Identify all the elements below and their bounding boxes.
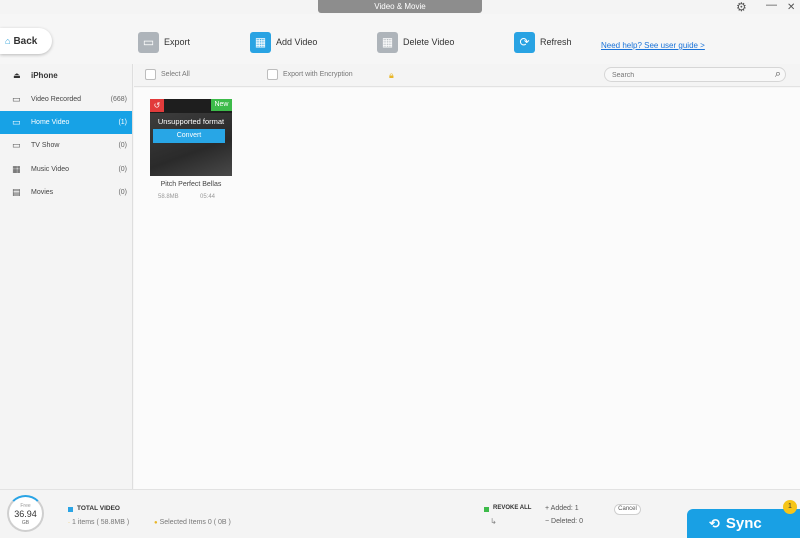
deleted-text: Deleted: 0	[551, 518, 583, 525]
video-thumbnail[interactable]: ↺ New Unsupported format Convert	[150, 99, 232, 176]
sidebar-item-label: Video Recorded	[31, 96, 82, 103]
sidebar-item-home-video[interactable]: ▭ Home Video (1)	[0, 111, 132, 134]
toolbar: ⌂ Back ▭ Export ▦ Add Video ▦ Delete Vide…	[0, 14, 800, 64]
sync-label: Sync	[725, 515, 762, 532]
sidebar-item-label: TV Show	[31, 142, 60, 149]
sidebar-item-count: (668)	[110, 96, 127, 103]
video-size: 58.8MB	[158, 194, 179, 200]
selected-dot-icon: ●	[154, 520, 158, 526]
film-icon: ▦	[12, 164, 21, 174]
sidebar-item-music-video[interactable]: ▦ Music Video (0)	[0, 158, 132, 181]
camera-icon: ▭	[12, 94, 21, 104]
export-label: Export	[164, 37, 191, 47]
refresh-label: Refresh	[540, 37, 572, 47]
delete-video-button[interactable]: ▦ Delete Video	[377, 30, 454, 54]
sidebar-item-count: (0)	[118, 142, 127, 149]
sidebar-item-label: Home Video	[31, 119, 70, 126]
sidebar-item-count: (1)	[118, 119, 127, 126]
sidebar-item-count: (0)	[118, 189, 127, 196]
total-items-text: 1 items ( 58.8MB )	[72, 519, 130, 526]
delete-video-icon: ▦	[377, 31, 398, 53]
sidebar: ⏏ iPhone ▭ Video Recorded (668) ▭ Home V…	[0, 64, 133, 489]
export-button[interactable]: ▭ Export	[138, 30, 190, 54]
sidebar-item-movies[interactable]: ▤ Movies (0)	[0, 181, 132, 204]
search-box[interactable]: ⌕	[604, 67, 786, 82]
add-video-icon: ▦	[250, 31, 271, 53]
refresh-button[interactable]: ⟳ Refresh	[514, 30, 572, 54]
help-link[interactable]: Need help? See user guide >	[601, 41, 705, 50]
export-icon: ▭	[138, 31, 159, 53]
sync-count-badge: 1	[783, 500, 797, 514]
revoke-all-button[interactable]: REVOKE ALL	[493, 505, 531, 511]
video-duration: 05:44	[200, 194, 216, 200]
selected-items-text: Selected Items 0 ( 0B )	[159, 519, 231, 526]
undo-icon[interactable]: ↺	[150, 99, 164, 112]
device-name: iPhone	[31, 71, 58, 80]
cancel-button[interactable]: Cancel	[614, 504, 641, 515]
new-badge: New	[211, 99, 232, 111]
free-space-gauge: Free 36.94 GB	[7, 495, 44, 532]
tv-icon: ▭	[12, 140, 21, 150]
eject-icon[interactable]: ⏏	[13, 66, 21, 86]
add-video-label: Add Video	[276, 37, 318, 47]
total-video-title: TOTAL VIDEO	[77, 505, 120, 512]
footer: Free 36.94 GB TOTAL VIDEO · 1 items ( 58.…	[0, 489, 800, 538]
select-all-label: Select All	[161, 71, 190, 78]
add-video-button[interactable]: ▦ Add Video	[250, 30, 317, 54]
film-strip-icon: ▤	[12, 187, 21, 197]
home-icon: ⌂	[5, 36, 11, 46]
monitor-icon: ▭	[12, 117, 21, 127]
sync-button[interactable]: ⟲ Sync	[687, 509, 800, 538]
sidebar-item-video-recorded[interactable]: ▭ Video Recorded (668)	[0, 88, 132, 111]
settings-gear-icon[interactable]: ⚙	[736, 1, 747, 13]
unsupported-format-text: Unsupported format	[157, 117, 225, 126]
total-indicator	[68, 507, 73, 512]
sidebar-item-count: (0)	[118, 166, 127, 173]
deleted-count: − Deleted: 0	[545, 518, 583, 525]
total-items: · 1 items ( 58.8MB )	[68, 519, 129, 526]
selected-items: ● Selected Items 0 ( 0B )	[154, 519, 231, 526]
items-dot-icon: ·	[68, 520, 70, 526]
revoke-indicator	[484, 507, 489, 512]
convert-button[interactable]: Convert	[153, 129, 225, 143]
added-count: + Added: 1	[545, 505, 579, 512]
device-header[interactable]: ⏏ iPhone	[0, 66, 133, 86]
back-button[interactable]: ⌂ Back	[0, 28, 52, 54]
sidebar-item-label: Movies	[31, 189, 54, 196]
lock-icon: 🔒︎	[389, 70, 394, 80]
video-name: Pitch Perfect Bellas	[160, 181, 222, 188]
sync-icon: ⟲	[709, 516, 720, 531]
close-icon[interactable]: ✕	[787, 2, 795, 14]
added-text: Added: 1	[550, 505, 579, 512]
video-grid: ↺ New Unsupported format Convert Pitch P…	[134, 88, 800, 489]
search-icon[interactable]: ⌕	[775, 68, 781, 81]
corner-arrow-icon: ↳	[490, 517, 497, 526]
sidebar-item-tv-show[interactable]: ▭ TV Show (0)	[0, 134, 132, 157]
export-encryption-label: Export with Encryption	[283, 71, 353, 78]
select-all-checkbox[interactable]	[145, 69, 156, 80]
minimize-icon[interactable]: —	[766, 0, 777, 11]
free-value: 36.94	[14, 509, 37, 519]
window-title: Video & Movie	[318, 0, 482, 13]
title-bar: Video & Movie ⚙ — ✕	[0, 0, 800, 14]
delete-video-label: Delete Video	[403, 37, 455, 47]
back-label: Back	[13, 36, 38, 47]
free-unit: GB	[21, 520, 30, 526]
sidebar-item-label: Music Video	[31, 166, 70, 173]
refresh-icon: ⟳	[514, 31, 535, 53]
export-encryption-checkbox[interactable]	[267, 69, 278, 80]
search-input[interactable]	[612, 70, 762, 80]
